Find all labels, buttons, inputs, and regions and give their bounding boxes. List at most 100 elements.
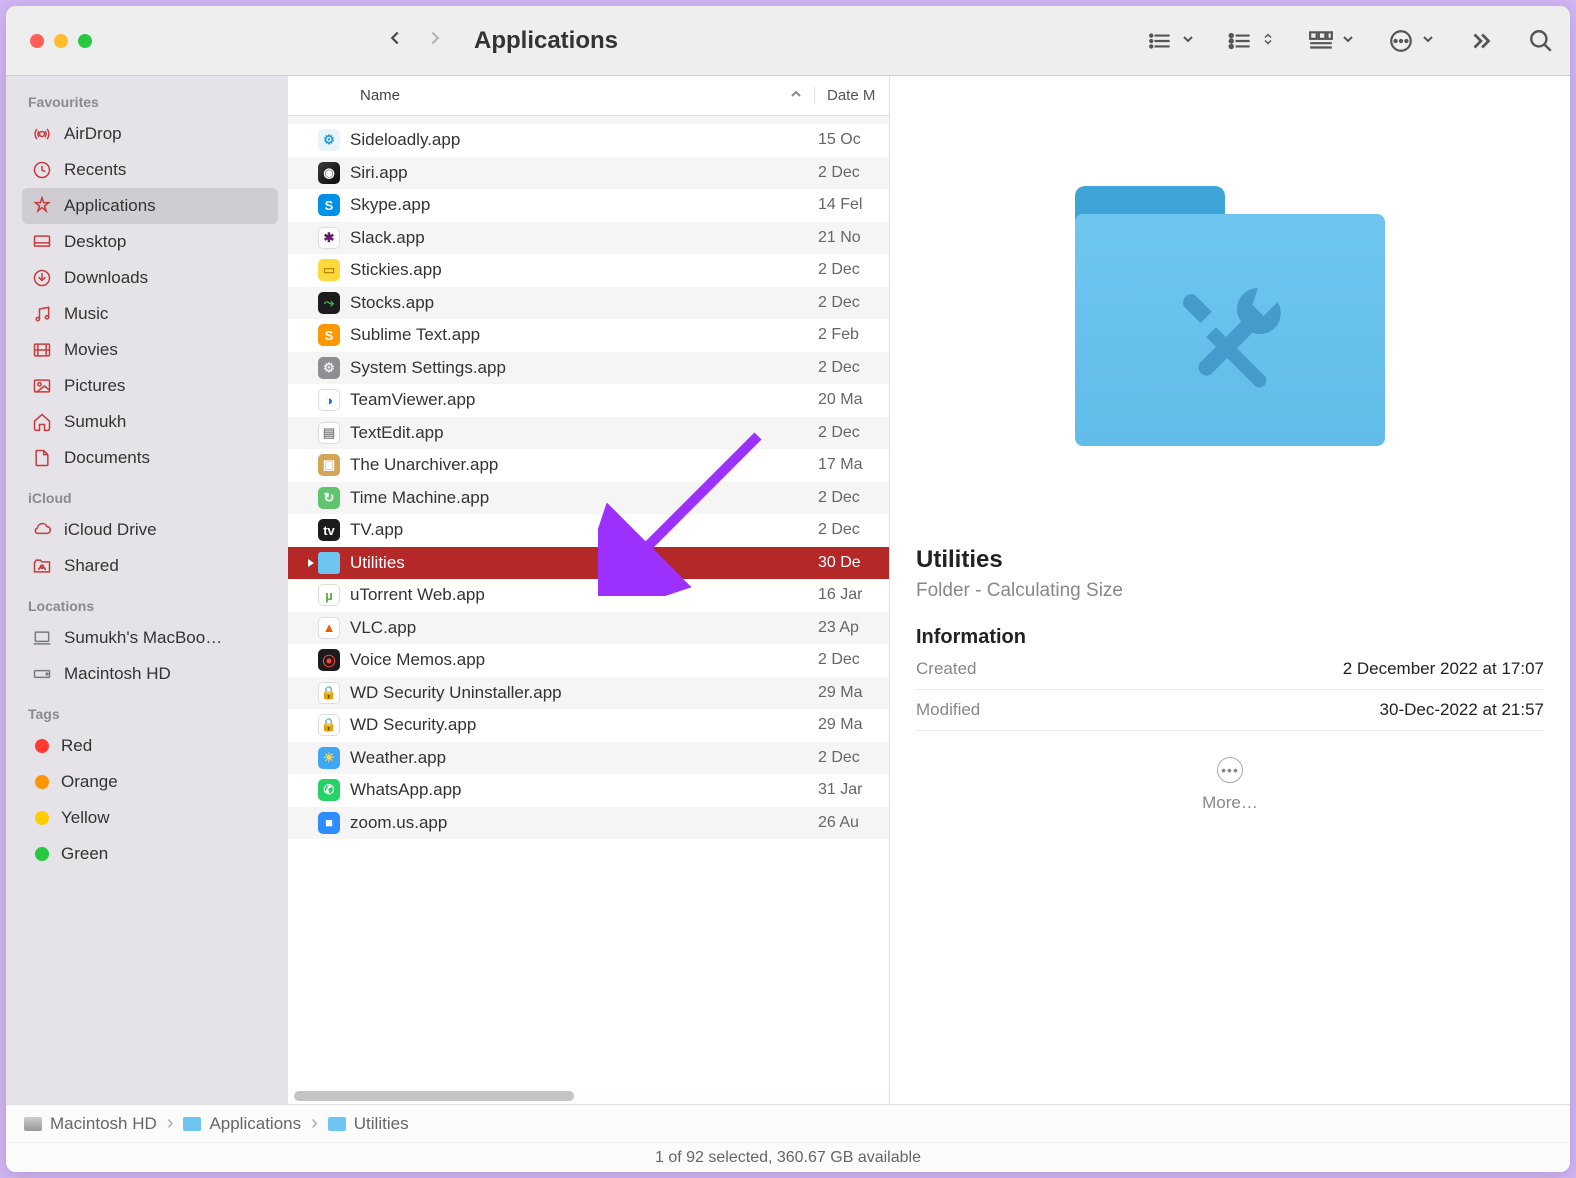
sidebar-item-recents[interactable]: Recents (22, 152, 278, 188)
sidebar-item-sumukh[interactable]: Sumukh (22, 404, 278, 440)
file-date: 16 Jar (814, 586, 889, 604)
sidebar-item-music[interactable]: Music (22, 296, 278, 332)
list-row[interactable]: ▭Stickies.app2 Dec (288, 254, 889, 287)
file-name: Slack.app (350, 228, 814, 248)
sidebar-item-macintosh-hd[interactable]: Macintosh HD (22, 656, 278, 692)
column-date[interactable]: Date M (814, 87, 889, 104)
sidebar-item-yellow[interactable]: Yellow (22, 800, 278, 836)
sidebar-item-orange[interactable]: Orange (22, 764, 278, 800)
chevron-down-icon (1342, 33, 1354, 48)
file-date: 2 Dec (814, 359, 889, 377)
app-icon: ☀ (318, 747, 340, 769)
finder-window: Applications (6, 6, 1570, 1172)
share-button[interactable] (1308, 28, 1354, 54)
preview-created: Created 2 December 2022 at 17:07 (916, 649, 1544, 690)
sidebar-item-documents[interactable]: Documents (22, 440, 278, 476)
app-icon: ▣ (318, 454, 340, 476)
file-name: WD Security.app (350, 715, 814, 735)
file-name: WD Security Uninstaller.app (350, 683, 814, 703)
list-row[interactable]: ◑TeamViewer.app20 Ma (288, 384, 889, 417)
file-name: Voice Memos.app (350, 650, 814, 670)
pictures-icon (32, 376, 52, 396)
list-row[interactable]: ☀Weather.app2 Dec (288, 742, 889, 775)
list-row[interactable]: ⦿Voice Memos.app2 Dec (288, 644, 889, 677)
sidebar-item-icloud-drive[interactable]: iCloud Drive (22, 512, 278, 548)
search-button[interactable] (1528, 28, 1554, 54)
sidebar-item-label: Recents (64, 160, 126, 180)
list-row[interactable]: ◉Siri.app2 Dec (288, 157, 889, 190)
folder-icon (183, 1117, 201, 1131)
sidebar-item-movies[interactable]: Movies (22, 332, 278, 368)
sort-ascending-icon[interactable] (790, 87, 814, 104)
list-row[interactable] (288, 116, 889, 124)
list-row[interactable]: ▣ The Unarchiver.app17 Ma (288, 449, 889, 482)
list-row[interactable]: ▲VLC.app23 Ap (288, 612, 889, 645)
preview-subtitle: Folder - Calculating Size (916, 580, 1544, 602)
app-icon: ■ (318, 812, 340, 834)
group-button[interactable] (1148, 28, 1194, 54)
path-segment[interactable]: Macintosh HD (24, 1114, 157, 1134)
hd-icon (32, 664, 52, 684)
file-name: TextEdit.app (350, 423, 814, 443)
list-row[interactable]: ▤ TextEdit.app2 Dec (288, 417, 889, 450)
file-date: 2 Dec (814, 294, 889, 312)
sidebar-item-red[interactable]: Red (22, 728, 278, 764)
file-name: TeamViewer.app (350, 390, 814, 410)
list-row[interactable]: ✆WhatsApp.app31 Jar (288, 774, 889, 807)
preview-modified: Modified 30-Dec-2022 at 21:57 (916, 690, 1544, 731)
close-button[interactable] (30, 34, 44, 48)
sidebar-item-airdrop[interactable]: AirDrop (22, 116, 278, 152)
file-date: 15 Oc (814, 131, 889, 149)
tag-dot-icon (35, 775, 49, 789)
action-button[interactable] (1388, 28, 1434, 54)
sidebar-item-green[interactable]: Green (22, 836, 278, 872)
window-title: Applications (474, 27, 618, 55)
path-segment[interactable]: Utilities (328, 1114, 409, 1134)
list-row[interactable]: SSublime Text.app2 Feb (288, 319, 889, 352)
back-button[interactable] (384, 27, 406, 54)
list-row[interactable]: 🔒WD Security.app29 Ma (288, 709, 889, 742)
file-date: 2 Dec (814, 749, 889, 767)
sidebar-item-pictures[interactable]: Pictures (22, 368, 278, 404)
file-date: 2 Dec (814, 164, 889, 182)
sort-updown-icon (1262, 33, 1274, 48)
list-row[interactable]: ⚙System Settings.app2 Dec (288, 352, 889, 385)
sidebar-item-sumukh-s-macboo-[interactable]: Sumukh's MacBoo… (22, 620, 278, 656)
file-name: Sublime Text.app (350, 325, 814, 345)
minimize-button[interactable] (54, 34, 68, 48)
list-row[interactable]: ■zoom.us.app26 Au (288, 807, 889, 840)
list-row[interactable]: µuTorrent Web.app16 Jar (288, 579, 889, 612)
file-date: 20 Ma (814, 391, 889, 409)
list-row[interactable]: 🔒WD Security Uninstaller.app29 Ma (288, 677, 889, 710)
horizontal-scrollbar[interactable] (288, 1088, 889, 1104)
column-name[interactable]: Name (288, 87, 790, 104)
file-date: 17 Ma (814, 456, 889, 474)
file-date: 26 Au (814, 814, 889, 832)
file-date: 2 Dec (814, 424, 889, 442)
list-row[interactable]: tvTV.app2 Dec (288, 514, 889, 547)
app-icon: ▤ (318, 422, 340, 444)
sidebar-item-desktop[interactable]: Desktop (22, 224, 278, 260)
overflow-button[interactable] (1468, 28, 1494, 54)
file-name: The Unarchiver.app (350, 455, 814, 475)
path-segment[interactable]: Applications (183, 1114, 301, 1134)
forward-button[interactable] (424, 27, 446, 54)
list-row[interactable]: SSkype.app14 Fel (288, 189, 889, 222)
app-icon: 🔒 (318, 714, 340, 736)
view-button[interactable] (1228, 28, 1274, 54)
sidebar-item-downloads[interactable]: Downloads (22, 260, 278, 296)
list-row[interactable]: ✱Slack.app21 No (288, 222, 889, 255)
list-row[interactable]: ⚙Sideloadly.app15 Oc (288, 124, 889, 157)
sidebar-item-shared[interactable]: Shared (22, 548, 278, 584)
list-row[interactable]: ⤳Stocks.app2 Dec (288, 287, 889, 320)
preview-more[interactable]: ••• More… (916, 757, 1544, 813)
list-row[interactable]: ↻Time Machine.app2 Dec (288, 482, 889, 515)
hd-icon (24, 1117, 42, 1131)
shared-icon (32, 556, 52, 576)
app-icon: ⚙ (318, 357, 340, 379)
zoom-button[interactable] (78, 34, 92, 48)
sidebar-item-applications[interactable]: Applications (22, 188, 278, 224)
list-row[interactable]: Utilities30 De (288, 547, 889, 580)
chevron-right-icon: › (167, 1112, 174, 1135)
sidebar-section-tags: Tags (28, 706, 272, 722)
